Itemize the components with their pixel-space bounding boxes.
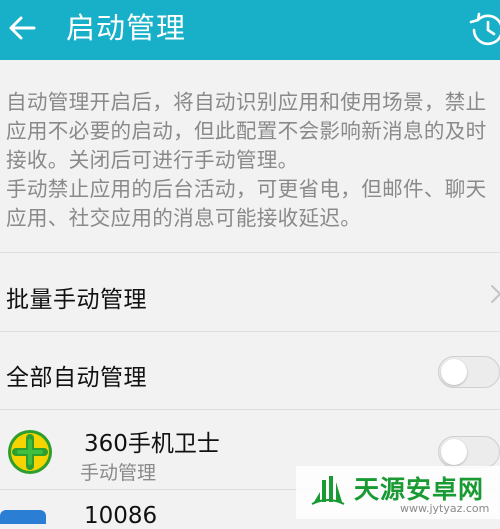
360-security-icon <box>8 430 52 474</box>
batch-manual-manage-row[interactable]: 批量手动管理 <box>6 280 147 314</box>
toggle-knob <box>441 359 467 385</box>
auto-manage-all-label: 全部自动管理 <box>6 365 147 391</box>
chevron-right-icon <box>491 285 500 303</box>
back-button[interactable] <box>4 8 44 48</box>
history-clock-icon <box>469 12 500 46</box>
history-button[interactable] <box>468 10 500 50</box>
toggle-knob <box>441 439 467 465</box>
app-status: 手动管理 <box>80 462 157 484</box>
auto-manage-all-toggle[interactable] <box>438 356 500 388</box>
divider <box>0 331 500 332</box>
app-toggle[interactable] <box>438 436 500 468</box>
app-name: 360手机卫士 <box>84 431 220 457</box>
description-paragraph-1: 自动管理开启后，将自动识别应用和使用场景，禁止应用不必要的启动，但此配置不会影响… <box>6 90 487 172</box>
arrow-left-icon <box>9 16 36 40</box>
watermark-title: 天源安卓网 <box>354 475 485 504</box>
page-title: 启动管理 <box>66 11 187 45</box>
description-paragraph-2: 手动禁止应用的后台活动，可更省电，但邮件、聊天应用、社交应用的消息可能接收延迟。 <box>6 177 487 230</box>
watermark: 天源安卓网 www.jytyaz.com <box>296 466 500 519</box>
divider <box>0 409 500 410</box>
app-icon <box>0 510 46 524</box>
watermark-url: www.jytyaz.com <box>400 502 490 515</box>
watermark-logo-icon <box>311 476 345 505</box>
app-name: 10086 <box>84 503 158 529</box>
app-bar: 启动管理 <box>0 0 500 60</box>
description: 自动管理开启后，将自动识别应用和使用场景，禁止应用不必要的启动，但此配置不会影响… <box>6 88 496 233</box>
divider <box>0 252 500 253</box>
